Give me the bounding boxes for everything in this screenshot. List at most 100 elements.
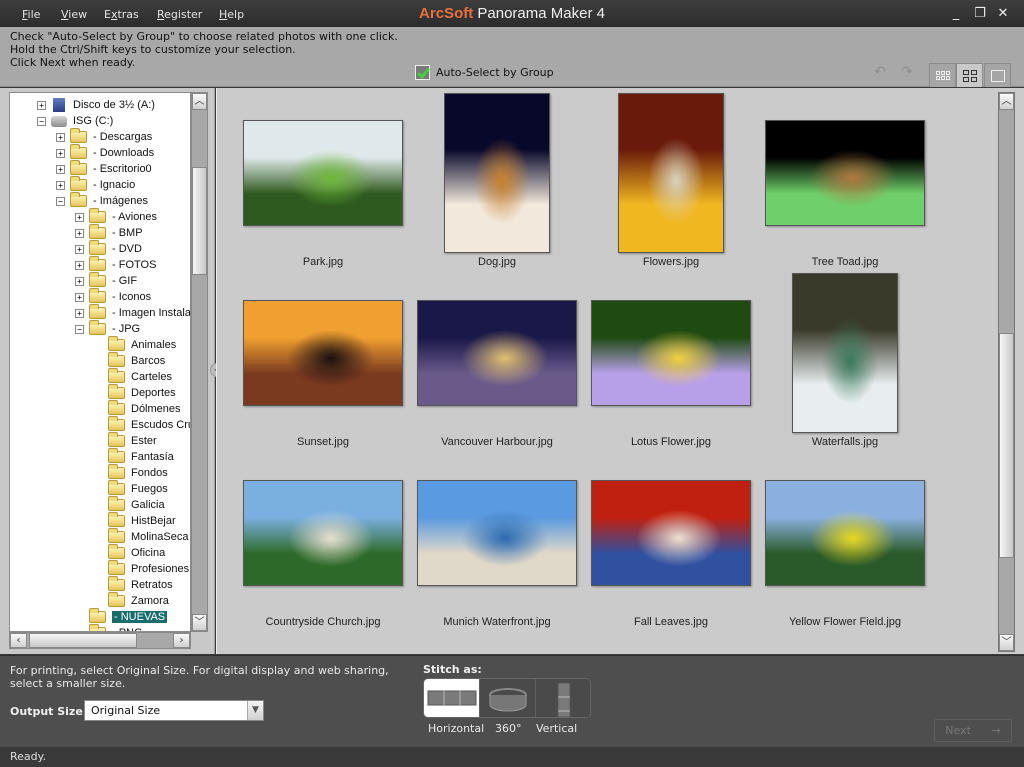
grid-vertical-scrollbar[interactable]: ︿ ﹀: [998, 92, 1015, 652]
checkmark-icon[interactable]: [415, 65, 430, 80]
tree-node[interactable]: Zamora: [108, 592, 169, 609]
expand-icon[interactable]: +: [56, 132, 65, 142]
stitch-360-option[interactable]: [480, 679, 536, 717]
tree-node[interactable]: MolinaSeca: [108, 528, 188, 545]
photo-caption[interactable]: Fall Leaves.jpg: [584, 616, 758, 628]
rotate-right-button[interactable]: ↷: [898, 64, 916, 80]
tree-node[interactable]: + - Aviones: [75, 208, 157, 225]
photo-caption[interactable]: Flowers.jpg: [584, 256, 758, 268]
chevron-down-icon[interactable]: ▼: [247, 701, 263, 720]
tree-node[interactable]: Galicia: [108, 496, 165, 513]
expand-icon[interactable]: +: [75, 212, 84, 222]
tree-node[interactable]: Profesiones: [108, 560, 189, 577]
photo-caption[interactable]: Munich Waterfront.jpg: [410, 616, 584, 628]
restore-button[interactable]: ❐: [972, 6, 988, 22]
tree-node[interactable]: + - Imagen Instalat: [75, 304, 190, 321]
tree-node[interactable]: + - Downloads: [56, 144, 154, 161]
photo-thumbnail[interactable]: [243, 120, 403, 226]
tree-node[interactable]: + - Escritorio0: [56, 160, 152, 177]
photo-caption[interactable]: Yellow Flower Field.jpg: [758, 616, 932, 628]
tree-node[interactable]: + Disco de 3½ (A:): [37, 97, 155, 113]
expand-icon[interactable]: +: [56, 148, 65, 158]
expand-icon[interactable]: +: [75, 260, 84, 270]
tree-node[interactable]: - NUEVAS: [89, 608, 169, 625]
rotate-left-button[interactable]: ↶: [871, 64, 889, 80]
grid-scroll-down-button[interactable]: ﹀: [999, 634, 1014, 651]
tree-node[interactable]: Barcos: [108, 352, 165, 369]
tree-node[interactable]: + - DVD: [75, 240, 142, 257]
tree-node[interactable]: + - BMP: [75, 224, 143, 241]
scroll-left-button[interactable]: ‹: [10, 633, 27, 648]
photo-caption[interactable]: Dog.jpg: [410, 256, 584, 268]
expand-icon[interactable]: +: [37, 100, 46, 110]
expand-icon[interactable]: +: [75, 244, 84, 254]
photo-caption[interactable]: Park.jpg: [236, 256, 410, 268]
tree-node[interactable]: − - Imágenes: [56, 192, 148, 209]
photo-thumbnail[interactable]: [765, 480, 925, 586]
expand-icon[interactable]: +: [75, 228, 84, 238]
photo-caption[interactable]: Lotus Flower.jpg: [584, 436, 758, 448]
photo-thumbnail[interactable]: [591, 480, 751, 586]
tree-node[interactable]: - PNG: [89, 624, 143, 631]
close-button[interactable]: ✕: [995, 6, 1011, 22]
tree-node[interactable]: + - GIF: [75, 272, 137, 289]
collapse-icon[interactable]: −: [56, 196, 65, 206]
scroll-right-button[interactable]: ›: [173, 633, 190, 648]
grid-scroll-thumb[interactable]: [999, 333, 1014, 558]
tree-node[interactable]: Animales: [108, 336, 176, 353]
view-large-tab[interactable]: [984, 63, 1011, 87]
next-button[interactable]: Next →: [934, 719, 1012, 742]
photo-thumbnail[interactable]: [591, 300, 751, 406]
tree-node[interactable]: Dólmenes: [108, 400, 181, 417]
expand-icon[interactable]: +: [75, 276, 84, 286]
tree-node[interactable]: + - Iconos: [75, 288, 151, 305]
tree-node[interactable]: − - JPG: [75, 320, 140, 337]
grid-scroll-up-button[interactable]: ︿: [999, 93, 1014, 110]
expand-icon[interactable]: +: [75, 308, 84, 318]
minimize-button[interactable]: _: [948, 6, 964, 22]
photo-caption[interactable]: Countryside Church.jpg: [236, 616, 410, 628]
photo-thumbnail[interactable]: [417, 480, 577, 586]
tree-node[interactable]: Oficina: [108, 544, 165, 561]
auto-select-checkbox[interactable]: Auto-Select by Group: [415, 65, 554, 80]
tree-node[interactable]: + - Descargas: [56, 128, 152, 145]
tree-node[interactable]: − ISG (C:): [37, 113, 113, 129]
tree-node[interactable]: Escudos Cru: [108, 416, 190, 433]
scroll-up-button[interactable]: ︿: [192, 93, 207, 110]
photo-thumbnail[interactable]: [243, 300, 403, 406]
photo-thumbnail[interactable]: [417, 300, 577, 406]
tree-node[interactable]: + - Ignacio: [56, 176, 135, 193]
folder-tree[interactable]: + Disco de 3½ (A:) − ISG (C:) + - Descargas + -…: [9, 92, 191, 632]
tree-node[interactable]: Fantasía: [108, 448, 174, 465]
tree-scroll-thumb[interactable]: [192, 167, 207, 275]
photo-thumbnail[interactable]: [243, 480, 403, 586]
expand-icon[interactable]: +: [56, 180, 65, 190]
view-medium-thumbnails-tab[interactable]: [956, 63, 983, 87]
tree-vertical-scrollbar[interactable]: ︿ ﹀: [191, 92, 208, 632]
photo-caption[interactable]: Vancouver Harbour.jpg: [410, 436, 584, 448]
expand-icon[interactable]: +: [56, 164, 65, 174]
tree-hscroll-thumb[interactable]: [29, 633, 137, 648]
stitch-horizontal-option[interactable]: [424, 679, 480, 717]
collapse-icon[interactable]: −: [37, 116, 46, 126]
tree-horizontal-scrollbar[interactable]: ‹ ›: [9, 632, 191, 649]
expand-icon[interactable]: +: [75, 292, 84, 302]
tree-node[interactable]: Fondos: [108, 464, 168, 481]
collapse-icon[interactable]: −: [75, 324, 84, 334]
photo-thumbnail[interactable]: [444, 93, 550, 253]
tree-node[interactable]: + - FOTOS: [75, 256, 156, 273]
photo-thumbnail[interactable]: [792, 273, 898, 433]
scroll-down-button[interactable]: ﹀: [192, 614, 207, 631]
photo-caption[interactable]: Waterfalls.jpg: [758, 436, 932, 448]
tree-node[interactable]: Fuegos: [108, 480, 168, 497]
view-small-thumbnails-tab[interactable]: [929, 63, 956, 87]
tree-node[interactable]: HistBejar: [108, 512, 176, 529]
tree-node[interactable]: Retratos: [108, 576, 173, 593]
tree-node[interactable]: Ester: [108, 432, 157, 449]
output-size-select[interactable]: Original Size ▼: [84, 700, 264, 721]
tree-node[interactable]: Deportes: [108, 384, 176, 401]
photo-thumbnail[interactable]: [765, 120, 925, 226]
photo-caption[interactable]: Sunset.jpg: [236, 436, 410, 448]
stitch-vertical-option[interactable]: [536, 679, 590, 717]
tree-node[interactable]: Carteles: [108, 368, 172, 385]
